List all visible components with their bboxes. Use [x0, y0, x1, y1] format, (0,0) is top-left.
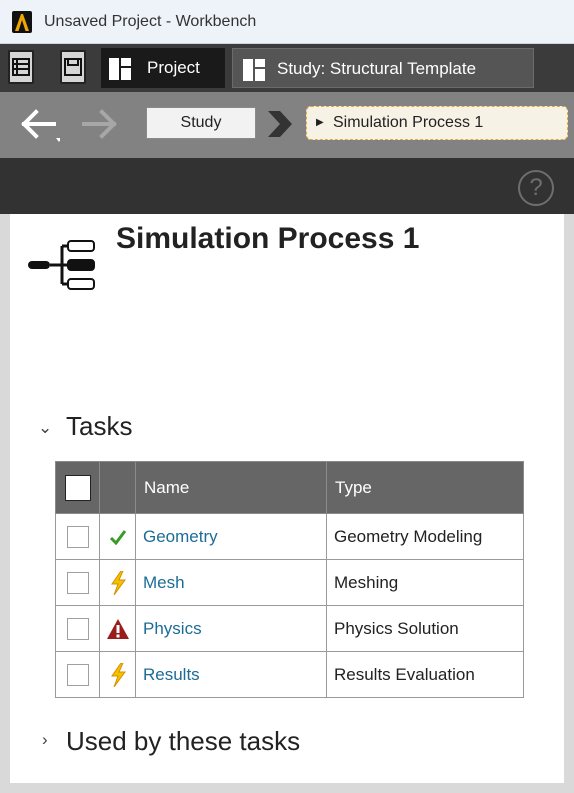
- select-all-header: [55, 461, 100, 514]
- header-bar: ?: [0, 158, 574, 214]
- task-type: Results Evaluation: [326, 651, 524, 698]
- status-column-header: [99, 461, 136, 514]
- title-bar: Unsaved Project - Workbench: [0, 0, 574, 44]
- table-row[interactable]: Physics Physics Solution: [55, 605, 524, 652]
- task-name-link[interactable]: Physics: [143, 619, 202, 638]
- frame-right: [564, 214, 574, 793]
- caret-right-icon: ▶: [316, 117, 324, 128]
- save-button[interactable]: [60, 50, 86, 84]
- table-row[interactable]: Mesh Meshing: [55, 559, 524, 606]
- name-column-header[interactable]: Name: [135, 461, 327, 514]
- tab-study[interactable]: Study: Structural Template: [232, 48, 534, 88]
- row-checkbox[interactable]: [66, 663, 89, 686]
- task-type: Physics Solution: [326, 605, 524, 652]
- table-header-row: Name Type: [55, 461, 524, 514]
- project-tab-icon: [109, 58, 131, 80]
- help-icon[interactable]: ?: [518, 170, 554, 206]
- frame-bottom: [0, 783, 574, 793]
- task-name-link[interactable]: Results: [143, 665, 200, 684]
- process-tree-icon: [28, 240, 95, 290]
- row-checkbox[interactable]: [66, 617, 89, 640]
- study-tab-icon: [243, 59, 265, 81]
- row-checkbox[interactable]: [66, 571, 89, 594]
- tab-project[interactable]: Project: [101, 48, 225, 88]
- tab-study-label: Study: Structural Template: [277, 59, 477, 78]
- breadcrumb-current[interactable]: ▶ Simulation Process 1: [306, 106, 568, 140]
- type-column-header[interactable]: Type: [326, 461, 524, 514]
- list-icon: [12, 58, 30, 76]
- breadcrumb-separator-icon: [268, 111, 292, 137]
- breadcrumb-bar: Study ▶ Simulation Process 1: [0, 92, 574, 158]
- check-icon: [109, 530, 126, 546]
- tab-project-label: Project: [147, 58, 200, 77]
- tasks-section-title[interactable]: Tasks: [66, 411, 132, 442]
- used-by-expand-icon[interactable]: ›: [42, 730, 48, 750]
- breadcrumb-study[interactable]: Study: [146, 107, 256, 139]
- warning-icon: [106, 618, 129, 639]
- lightning-icon: [110, 662, 126, 687]
- select-all-checkbox[interactable]: [64, 474, 91, 501]
- tab-bar: Project Study: Structural Template: [0, 44, 574, 92]
- window-title: Unsaved Project - Workbench: [44, 13, 257, 30]
- breadcrumb-current-label: Simulation Process 1: [333, 114, 484, 131]
- tasks-table: Name Type Geometry Geometry Modeling Mes…: [55, 461, 524, 698]
- back-arrow-icon[interactable]: [20, 108, 60, 148]
- workbench-logo-icon: [12, 11, 32, 33]
- row-checkbox[interactable]: [66, 525, 89, 548]
- table-row[interactable]: Results Results Evaluation: [55, 651, 524, 698]
- lightning-icon: [110, 570, 126, 595]
- save-icon: [64, 58, 82, 76]
- tasks-collapse-icon[interactable]: ⌄: [38, 418, 52, 438]
- task-type: Geometry Modeling: [326, 513, 524, 560]
- used-by-section-title[interactable]: Used by these tasks: [66, 726, 300, 757]
- forward-arrow-icon[interactable]: [80, 108, 120, 142]
- task-name-link[interactable]: Mesh: [143, 573, 185, 592]
- table-row[interactable]: Geometry Geometry Modeling: [55, 513, 524, 560]
- frame-left: [0, 214, 10, 793]
- task-name-link[interactable]: Geometry: [143, 527, 218, 546]
- page-title: Simulation Process 1: [116, 222, 420, 255]
- task-type: Meshing: [326, 559, 524, 606]
- list-view-button[interactable]: [8, 50, 34, 84]
